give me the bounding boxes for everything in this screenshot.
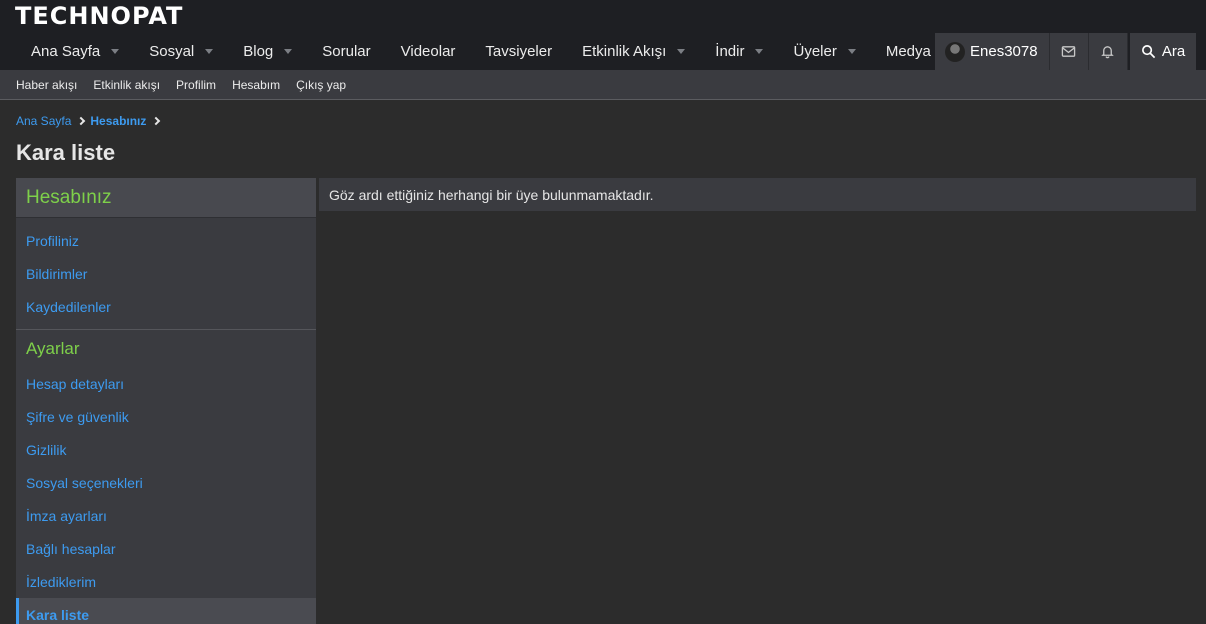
caret-down-icon[interactable] xyxy=(284,49,293,54)
breadcrumb-link-account[interactable]: Hesabınız xyxy=(90,114,146,128)
nav-tab-label: Tavsiyeler xyxy=(485,43,553,60)
nav-tab-sosyal[interactable]: Sosyal xyxy=(134,33,228,70)
breadcrumb: Ana Sayfa Hesabınız xyxy=(16,114,165,128)
caret-down-icon[interactable] xyxy=(205,49,214,54)
nav-tab-label: Sorular xyxy=(322,43,371,60)
sidebar-item-izlediklerim[interactable]: İzlediklerim xyxy=(16,565,316,598)
caret-down-icon[interactable] xyxy=(677,49,686,54)
caret-down-icon[interactable] xyxy=(847,49,856,54)
nav-tab-videolar[interactable]: Videolar xyxy=(386,33,471,70)
subnav-link-cikis-yap[interactable]: Çıkış yap xyxy=(288,78,354,92)
nav-tab-sorular[interactable]: Sorular xyxy=(307,33,385,70)
nav-tab-tavsiyeler[interactable]: Tavsiyeler xyxy=(470,33,567,70)
search-icon xyxy=(1141,45,1156,59)
nav-tab-indir[interactable]: İndir xyxy=(700,33,778,70)
breadcrumb-link-home[interactable]: Ana Sayfa xyxy=(16,114,71,128)
sidebar-item-sosyal-secenekleri[interactable]: Sosyal seçenekleri xyxy=(16,466,316,499)
empty-state-text: Göz ardı ettiğiniz herhangi bir üye bulu… xyxy=(329,186,654,203)
alerts-button[interactable] xyxy=(1089,33,1128,70)
bell-icon xyxy=(1101,46,1114,59)
subnav-link-haber-akisi[interactable]: Haber akışı xyxy=(8,78,85,92)
empty-state-message: Göz ardı ettiğiniz herhangi bir üye bulu… xyxy=(319,178,1196,211)
mail-icon xyxy=(1061,46,1076,57)
nav-tab-uyeler[interactable]: Üyeler xyxy=(778,33,870,70)
subnav-link-hesabim[interactable]: Hesabım xyxy=(224,78,288,92)
subnav-link-etkinlik-akisi[interactable]: Etkinlik akışı xyxy=(85,78,168,92)
nav-tab-blog[interactable]: Blog xyxy=(228,33,307,70)
chevron-right-icon xyxy=(152,116,161,126)
nav-tab-label: Medya xyxy=(885,43,931,60)
search-button[interactable]: Ara xyxy=(1130,33,1196,70)
sidebar-item-kaydedilenler[interactable]: Kaydedilenler xyxy=(16,290,316,323)
nav-tab-label: Üyeler xyxy=(793,43,837,60)
nav-tab-label: Sosyal xyxy=(149,43,195,60)
nav-tab-ana-sayfa[interactable]: Ana Sayfa xyxy=(16,33,134,70)
sidebar-header: Hesabınız xyxy=(16,178,316,218)
avatar xyxy=(945,41,965,62)
sidebar-item-bildirimler[interactable]: Bildirimler xyxy=(16,257,316,290)
search-label: Ara xyxy=(1161,43,1186,60)
nav-tab-label: Etkinlik Akışı xyxy=(582,43,667,60)
site-logo[interactable]: TECHNOPAT xyxy=(15,2,183,30)
username: Enes3078 xyxy=(970,43,1038,60)
nav-tab-label: İndir xyxy=(715,43,745,60)
site-header: TECHNOPAT Ana Sayfa Sosyal Blog Sorular … xyxy=(0,0,1206,70)
main-nav: Ana Sayfa Sosyal Blog Sorular Videolar T… xyxy=(16,33,965,70)
nav-tab-label: Videolar xyxy=(400,43,456,60)
caret-down-icon[interactable] xyxy=(111,49,120,54)
user-area: Enes3078 xyxy=(935,33,1128,70)
nav-tab-etkinlik-akisi[interactable]: Etkinlik Akışı xyxy=(567,33,700,70)
subnav-link-profilim[interactable]: Profilim xyxy=(168,78,224,92)
account-sidebar: Hesabınız Profiliniz Bildirimler Kaydedi… xyxy=(16,178,316,624)
nav-tab-label: Blog xyxy=(243,43,274,60)
page-title: Kara liste xyxy=(16,140,116,165)
sidebar-item-profiliniz[interactable]: Profiliniz xyxy=(16,224,316,257)
nav-tab-label: Ana Sayfa xyxy=(31,43,101,60)
sidebar-item-bagli-hesaplar[interactable]: Bağlı hesaplar xyxy=(16,532,316,565)
sidebar-item-sifre-ve-guvenlik[interactable]: Şifre ve güvenlik xyxy=(16,400,316,433)
sidebar-item-kara-liste[interactable]: Kara liste xyxy=(16,598,316,624)
chevron-right-icon xyxy=(77,116,86,126)
sidebar-section-title: Ayarlar xyxy=(16,329,316,367)
caret-down-icon[interactable] xyxy=(755,49,764,54)
sub-nav: Haber akışı Etkinlik akışı Profilim Hesa… xyxy=(0,70,1206,100)
inbox-button[interactable] xyxy=(1050,33,1089,70)
sidebar-item-gizlilik[interactable]: Gizlilik xyxy=(16,433,316,466)
sidebar-item-hesap-detaylari[interactable]: Hesap detayları xyxy=(16,367,316,400)
sidebar-item-imza-ayarlari[interactable]: İmza ayarları xyxy=(16,499,316,532)
user-menu-button[interactable]: Enes3078 xyxy=(935,33,1050,70)
